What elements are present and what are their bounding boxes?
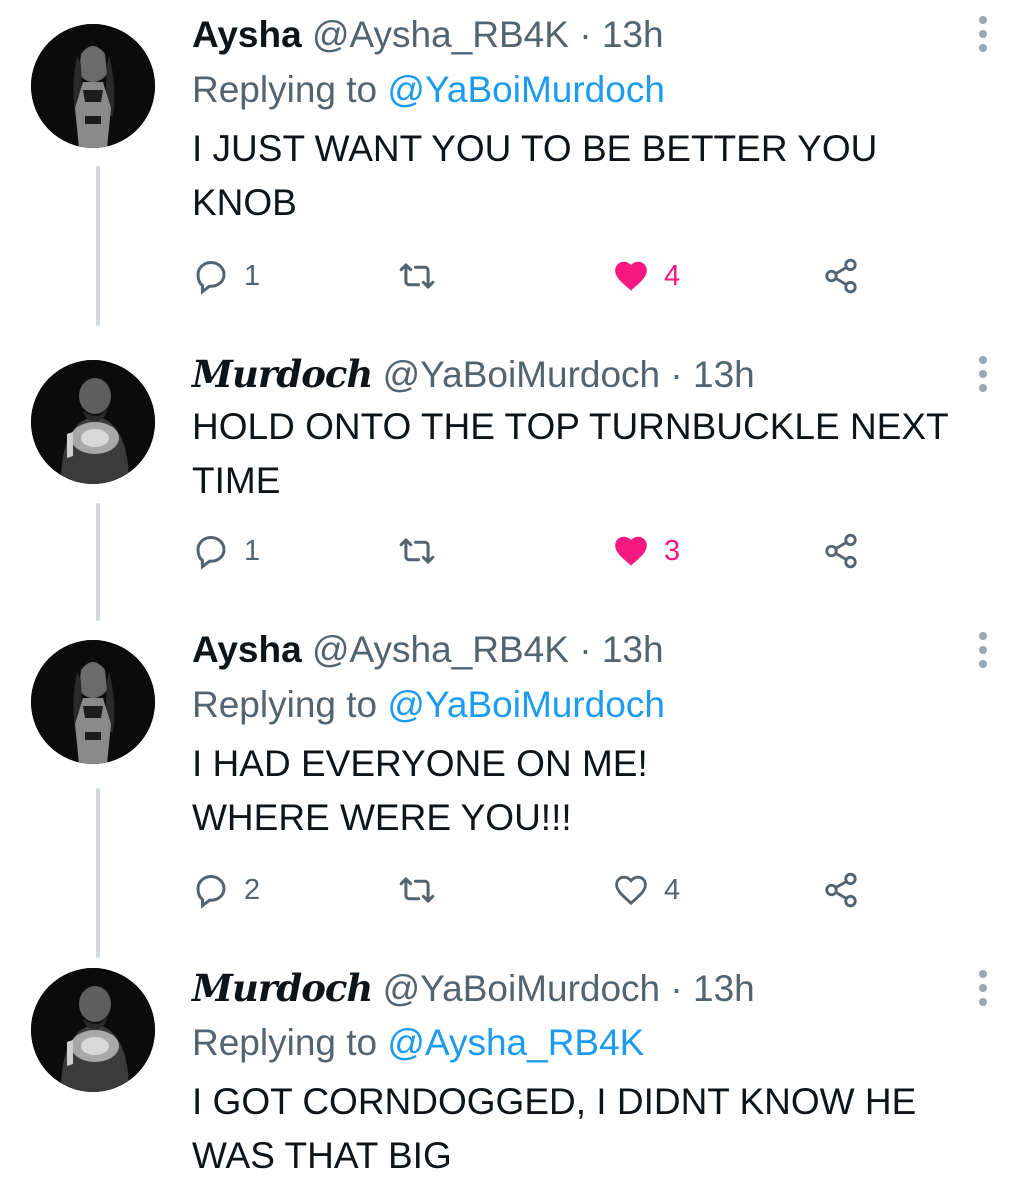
- author-handle[interactable]: @Aysha_RB4K: [312, 629, 569, 670]
- tweet-header: Aysha @Aysha_RB4K · 13h: [192, 15, 664, 55]
- more-options-icon[interactable]: [970, 970, 996, 1010]
- separator-dot: ·: [579, 14, 592, 55]
- reply-icon: [196, 261, 226, 295]
- share-icon: [825, 258, 857, 294]
- avatar[interactable]: [31, 360, 155, 484]
- mention-link[interactable]: @YaBoiMurdoch: [387, 684, 665, 725]
- avatar-photo-aysha: [31, 640, 155, 764]
- reply-button[interactable]: 1: [192, 531, 260, 571]
- author-name[interactable]: Murdoch: [192, 352, 373, 396]
- mention-link[interactable]: @YaBoiMurdoch: [387, 69, 665, 110]
- retweet-button[interactable]: [398, 870, 436, 910]
- timestamp[interactable]: 13h: [602, 629, 664, 670]
- share-button[interactable]: [822, 531, 860, 571]
- tweet-text: I JUST WANT YOU TO BE BETTER YOU KNOB: [192, 128, 878, 223]
- retweet-icon: [399, 877, 435, 903]
- replying-to: Replying to @YaBoiMurdoch: [192, 685, 665, 725]
- avatar-photo-murdoch: [31, 360, 155, 484]
- like-button[interactable]: 4: [612, 870, 680, 910]
- retweet-button[interactable]: [398, 531, 436, 571]
- timestamp[interactable]: 13h: [693, 968, 755, 1009]
- author-name[interactable]: Aysha: [192, 629, 302, 670]
- author-handle[interactable]: @YaBoiMurdoch: [383, 968, 661, 1009]
- tweet-text: I GOT CORNDOGGED, I DIDNT KNOW HE WAS TH…: [192, 1081, 917, 1176]
- author-handle[interactable]: @YaBoiMurdoch: [383, 354, 661, 395]
- more-options-icon[interactable]: [970, 356, 996, 396]
- mention-link[interactable]: @Aysha_RB4K: [387, 1022, 644, 1063]
- separator-dot: ·: [670, 968, 683, 1009]
- share-icon: [825, 872, 857, 908]
- heart-icon: [615, 261, 647, 291]
- author-handle[interactable]: @Aysha_RB4K: [312, 14, 569, 55]
- separator-dot: ·: [670, 354, 683, 395]
- like-count: 4: [664, 259, 681, 292]
- reply-button[interactable]: 2: [192, 870, 260, 910]
- avatar[interactable]: [31, 640, 155, 764]
- reply-icon: [196, 875, 226, 909]
- tweet-header: Murdoch @YaBoiMurdoch · 13h: [192, 968, 755, 1009]
- tweet[interactable]: Murdoch @YaBoiMurdoch · 13h HOLD ONTO TH…: [0, 330, 1033, 620]
- tweet[interactable]: Murdoch @YaBoiMurdoch · 13h Replying to …: [0, 960, 1033, 1200]
- timestamp[interactable]: 13h: [693, 354, 755, 395]
- tweet-header: Aysha @Aysha_RB4K · 13h: [192, 630, 664, 670]
- retweet-button[interactable]: [398, 256, 436, 296]
- author-name[interactable]: Murdoch: [192, 966, 373, 1010]
- tweet-header: Murdoch @YaBoiMurdoch · 13h: [192, 354, 755, 395]
- avatar[interactable]: [31, 968, 155, 1092]
- like-button[interactable]: 3: [612, 531, 680, 571]
- avatar-photo-murdoch: [31, 968, 155, 1092]
- like-count: 3: [664, 534, 681, 567]
- separator-dot: ·: [579, 629, 592, 670]
- retweet-icon: [399, 263, 435, 289]
- replying-to-prefix: Replying to: [192, 1022, 378, 1063]
- retweet-icon: [399, 538, 435, 564]
- replying-to: Replying to @Aysha_RB4K: [192, 1023, 644, 1063]
- heart-icon: [615, 875, 647, 906]
- reply-button[interactable]: 1: [192, 256, 260, 296]
- tweet[interactable]: Aysha @Aysha_RB4K · 13h Replying to @YaB…: [0, 620, 1033, 960]
- share-button[interactable]: [822, 870, 860, 910]
- timestamp[interactable]: 13h: [602, 14, 664, 55]
- author-name[interactable]: Aysha: [192, 14, 302, 55]
- like-count: 4: [664, 873, 681, 906]
- tweet-text: HOLD ONTO THE TOP TURNBUCKLE NEXT TIME: [192, 406, 949, 501]
- replying-to-prefix: Replying to: [192, 684, 378, 725]
- share-icon: [825, 533, 857, 569]
- reply-icon: [196, 536, 226, 570]
- tweet-actions: 2 4: [192, 870, 892, 910]
- more-options-icon[interactable]: [970, 632, 996, 672]
- reply-count: 2: [244, 873, 261, 906]
- tweet-text: I HAD EVERYONE ON ME! WHERE WERE YOU!!!: [192, 743, 648, 838]
- tweet-actions: 1 3: [192, 531, 892, 571]
- share-button[interactable]: [822, 256, 860, 296]
- tweet[interactable]: Aysha @Aysha_RB4K · 13h Replying to @YaB…: [0, 0, 1033, 330]
- more-options-icon[interactable]: [970, 16, 996, 56]
- reply-count: 1: [244, 534, 261, 567]
- tweet-actions: 1 4: [192, 256, 892, 296]
- replying-to-prefix: Replying to: [192, 69, 378, 110]
- avatar[interactable]: [31, 24, 155, 148]
- heart-icon: [615, 536, 647, 566]
- replying-to: Replying to @YaBoiMurdoch: [192, 70, 665, 110]
- reply-count: 1: [244, 259, 261, 292]
- like-button[interactable]: 4: [612, 256, 680, 296]
- avatar-photo-aysha: [31, 24, 155, 148]
